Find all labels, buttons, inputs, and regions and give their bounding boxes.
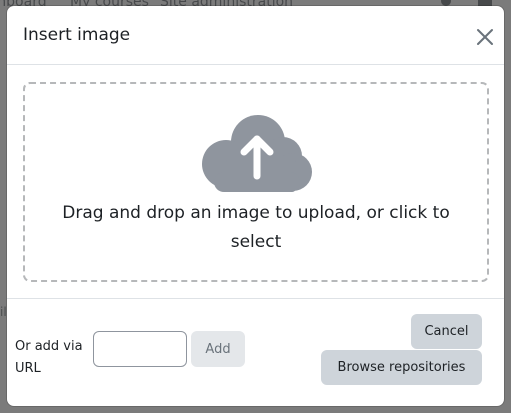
cancel-button[interactable]: Cancel: [411, 314, 482, 349]
modal-title: Insert image: [23, 25, 131, 45]
add-button[interactable]: Add: [191, 331, 245, 367]
close-icon: [477, 29, 493, 45]
image-dropzone[interactable]: Drag and drop an image to upload, or cli…: [23, 82, 489, 282]
dropzone-instructions: Drag and drop an image to upload, or cli…: [62, 203, 450, 252]
background-text: il: [0, 305, 7, 319]
url-input[interactable]: [93, 331, 187, 367]
browse-repositories-button[interactable]: Browse repositories: [321, 350, 482, 385]
url-label: Or add via URL: [15, 339, 83, 376]
cloud-upload-icon: [202, 115, 312, 192]
close-button[interactable]: [473, 25, 497, 49]
modal-header: Insert image: [7, 6, 504, 65]
